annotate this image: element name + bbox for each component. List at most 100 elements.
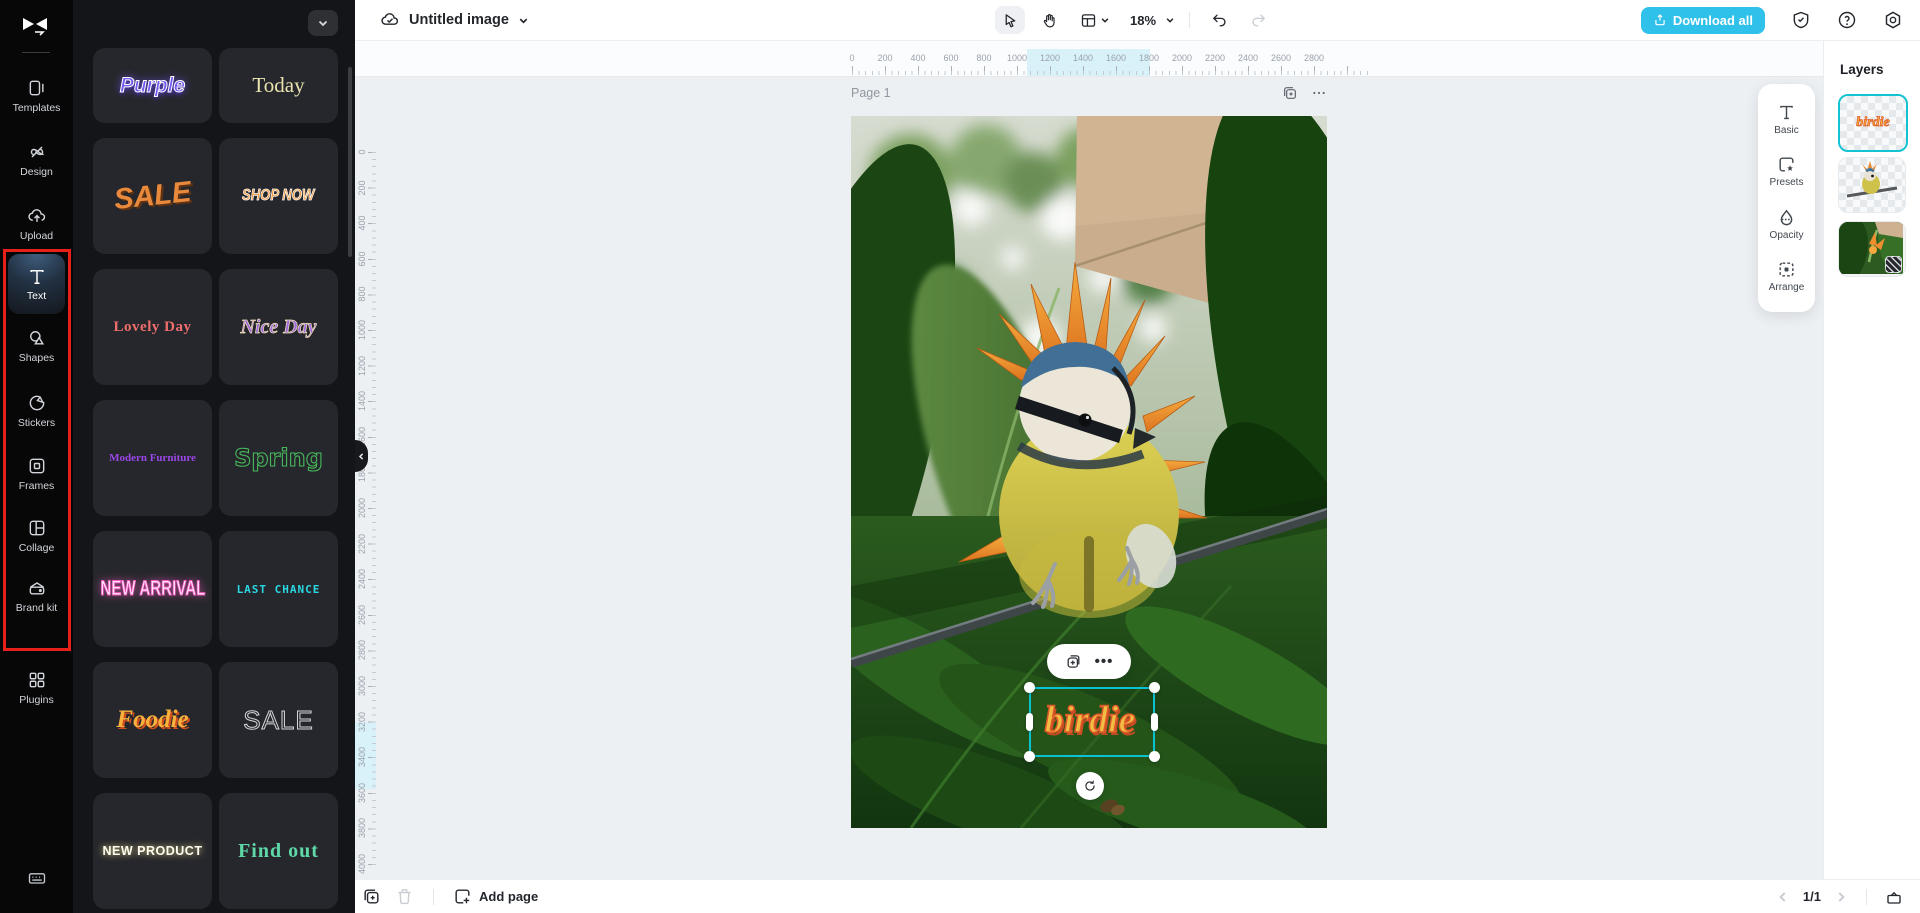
layers-title: Layers — [1840, 62, 1884, 77]
sidebar-item-text[interactable]: Text — [8, 254, 65, 314]
keyboard-shortcuts-button[interactable] — [0, 868, 73, 893]
text-template-tile-last-chance[interactable]: LAST CHANCE — [219, 531, 338, 647]
page-label[interactable]: Page 1 — [851, 86, 891, 100]
rotate-icon — [1083, 779, 1097, 793]
sidebar-item-frames[interactable]: Frames — [0, 456, 73, 492]
tool-label: Opacity — [1770, 230, 1804, 241]
tool-label: Presets — [1770, 177, 1804, 188]
ruler-label: 1400 — [357, 391, 367, 411]
sidebar-item-brand-kit[interactable]: Brand kit — [0, 578, 73, 614]
sidebar-item-templates[interactable]: Templates — [0, 78, 73, 114]
cursor-icon — [1002, 12, 1019, 29]
text-template-tile-new-product[interactable]: NEW PRODUCT — [93, 793, 212, 909]
text-template-tile-modern-furniture[interactable]: Modern Furniture — [93, 400, 212, 516]
resize-handle[interactable] — [1149, 751, 1160, 762]
zoom-level-value[interactable]: 18% — [1130, 13, 1156, 28]
opacity-droplet-icon — [1777, 208, 1796, 227]
download-all-button[interactable]: Download all — [1641, 7, 1765, 34]
undo-button[interactable] — [1204, 6, 1234, 34]
text-template-tile-sale-outline[interactable]: SALE — [219, 662, 338, 778]
template-label: NEW PRODUCT — [103, 844, 203, 858]
element-tools-panel: Basic Presets Opacity Arrange — [1758, 84, 1815, 312]
delete-page-icon[interactable] — [395, 887, 414, 906]
chevron-down-icon[interactable] — [518, 15, 529, 26]
text-template-tile-sale[interactable]: SALE — [93, 138, 212, 254]
safety-shield-icon[interactable] — [1791, 10, 1811, 30]
hand-tool-button[interactable] — [1034, 6, 1064, 34]
sidebar-item-label: Frames — [0, 480, 73, 492]
prev-page-icon[interactable] — [1776, 890, 1790, 904]
sidebar-item-collage[interactable]: Collage — [0, 518, 73, 554]
ruler-label: 1400 — [1073, 53, 1093, 63]
ruler-label: 600 — [357, 251, 367, 266]
layer-item-text-birdie[interactable]: birdie — [1838, 94, 1908, 152]
document-title[interactable]: Untitled image — [409, 12, 509, 28]
ruler-ticks — [372, 152, 376, 865]
more-options-icon[interactable] — [1311, 85, 1327, 101]
help-icon[interactable] — [1837, 10, 1857, 30]
template-label: Lovely Day — [114, 319, 192, 336]
add-page-icon — [453, 887, 472, 906]
resize-handle[interactable] — [1149, 682, 1160, 693]
text-template-tile-foodie[interactable]: Foodie — [93, 662, 212, 778]
add-page-button[interactable]: Add page — [453, 887, 538, 906]
duplicate-icon[interactable] — [1065, 653, 1082, 670]
more-options-icon[interactable]: ••• — [1095, 657, 1114, 667]
template-label: Foodie — [116, 706, 188, 734]
resize-handle[interactable] — [1024, 682, 1035, 693]
sidebar-item-upload[interactable]: Upload — [0, 206, 73, 242]
stickers-icon — [27, 393, 47, 413]
sidebar-item-shapes[interactable]: Shapes — [0, 328, 73, 364]
sidebar-item-stickers[interactable]: Stickers — [0, 393, 73, 429]
horizontal-ruler: 0200400600800100012001400160018002000220… — [355, 40, 1824, 77]
tool-label: Arrange — [1769, 282, 1805, 293]
text-template-tile-lovely-day[interactable]: Lovely Day — [93, 269, 212, 385]
template-label: Find out — [238, 840, 319, 863]
capcut-logo-icon[interactable] — [20, 13, 50, 39]
layout-tool-button[interactable] — [1073, 6, 1117, 34]
resize-handle[interactable] — [1151, 713, 1158, 731]
tool-opacity[interactable]: Opacity — [1770, 208, 1804, 241]
canvas-workspace: 0200400600800100012001400160018002000220… — [355, 40, 1824, 880]
text-template-tile-nice-day[interactable]: Nice Day — [219, 269, 338, 385]
app-window: Templates Design Upload Text Shapes Stic… — [0, 0, 1920, 913]
text-template-tile-find-out[interactable]: Find out — [219, 793, 338, 909]
layer-item-background-photo[interactable] — [1838, 221, 1906, 277]
redo-button[interactable] — [1243, 6, 1273, 34]
present-icon[interactable] — [1885, 888, 1903, 906]
collapse-panel-button[interactable] — [308, 10, 338, 36]
text-template-tile-today[interactable]: Today — [219, 48, 338, 123]
ruler-label: 800 — [976, 53, 991, 63]
select-tool-button[interactable] — [995, 6, 1025, 34]
resize-handle[interactable] — [1026, 713, 1033, 731]
duplicate-page-icon[interactable] — [1282, 85, 1298, 101]
arrange-icon — [1777, 260, 1796, 279]
duplicate-page-icon[interactable] — [362, 887, 381, 906]
text-template-tile-purple[interactable]: Purple — [93, 48, 212, 123]
ruler-label: 2200 — [357, 534, 367, 554]
chevron-left-icon — [357, 452, 366, 461]
tool-arrange[interactable]: Arrange — [1769, 260, 1805, 293]
text-template-tile-spring[interactable]: Spring — [219, 400, 338, 516]
sidebar-item-design[interactable]: Design — [0, 142, 73, 178]
ruler-label: 3800 — [357, 818, 367, 838]
sidebar-item-plugins[interactable]: Plugins — [0, 670, 73, 706]
template-label: NEW ARRIVAL — [100, 577, 205, 601]
tool-basic[interactable]: Basic — [1774, 103, 1798, 136]
ruler-label: 4000 — [357, 854, 367, 874]
layer-item-bird-cutout[interactable] — [1838, 157, 1906, 213]
settings-icon[interactable] — [1883, 10, 1903, 30]
sidebar-item-label: Upload — [0, 230, 73, 242]
chevron-down-icon — [317, 17, 329, 29]
tool-presets[interactable]: Presets — [1770, 155, 1804, 188]
text-template-tile-new-arrival[interactable]: NEW ARRIVAL — [93, 531, 212, 647]
panel-scrollbar[interactable] — [348, 67, 352, 257]
rail-divider — [22, 52, 50, 53]
hand-icon — [1041, 12, 1058, 29]
chevron-down-icon[interactable] — [1165, 15, 1175, 25]
rotate-handle[interactable] — [1076, 772, 1104, 800]
ruler-label: 1800 — [1139, 53, 1159, 63]
text-template-tile-shop-now[interactable]: SHOP NOW — [219, 138, 338, 254]
next-page-icon[interactable] — [1834, 890, 1848, 904]
resize-handle[interactable] — [1024, 751, 1035, 762]
